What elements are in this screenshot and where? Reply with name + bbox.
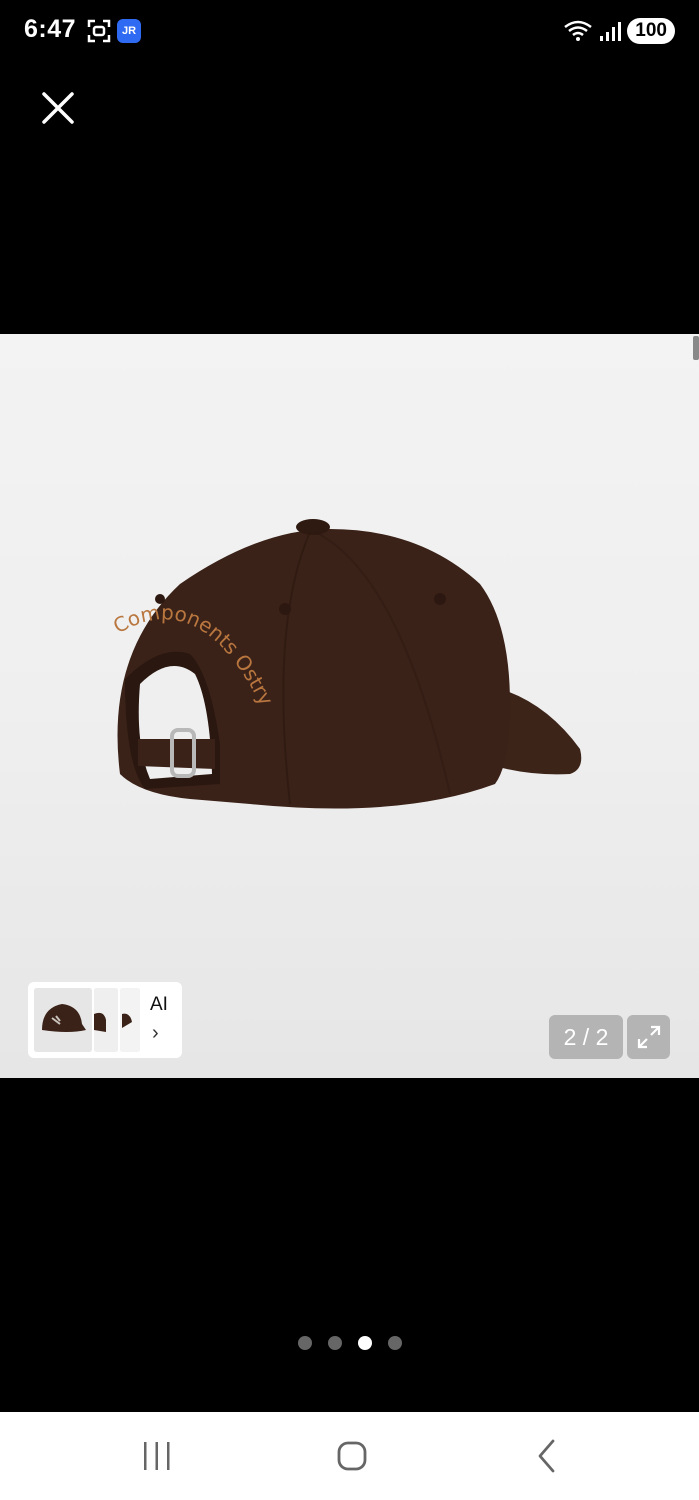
scrollbar[interactable] (693, 336, 699, 360)
thumbnail-2[interactable] (94, 988, 118, 1052)
product-image-cap: Components Ostrya Inc. (100, 504, 582, 809)
app-notification-icon: JR (117, 19, 141, 43)
screenshot-icon (87, 19, 111, 43)
wifi-icon (564, 20, 593, 41)
thumbnail-1[interactable] (34, 988, 92, 1052)
ai-thumbnail-strip[interactable]: AI › (28, 982, 182, 1058)
ai-label[interactable]: AI (150, 994, 168, 1016)
image-counter: 2 / 2 (549, 1015, 623, 1059)
expand-icon[interactable] (627, 1015, 670, 1059)
chevron-right-icon[interactable]: › (152, 1022, 159, 1045)
product-image-viewer[interactable]: Components Ostrya Inc. AI › 2 / 2 (0, 334, 699, 1078)
thumbnail-3[interactable] (120, 988, 140, 1052)
page-indicator (0, 1336, 699, 1350)
back-icon[interactable] (528, 1436, 568, 1476)
system-nav-bar (0, 1412, 699, 1500)
home-icon[interactable] (332, 1436, 372, 1476)
status-bar: 6:47 JR 100 (0, 0, 699, 64)
recents-icon[interactable] (137, 1436, 177, 1476)
close-icon[interactable] (40, 90, 76, 126)
page-dot-active[interactable] (357, 1336, 372, 1350)
page-dot[interactable] (297, 1336, 312, 1350)
signal-icon (600, 22, 622, 41)
page-dot[interactable] (327, 1336, 342, 1350)
page-dot[interactable] (387, 1336, 402, 1350)
battery-indicator: 100 (627, 18, 675, 44)
status-time: 6:47 (24, 15, 77, 43)
